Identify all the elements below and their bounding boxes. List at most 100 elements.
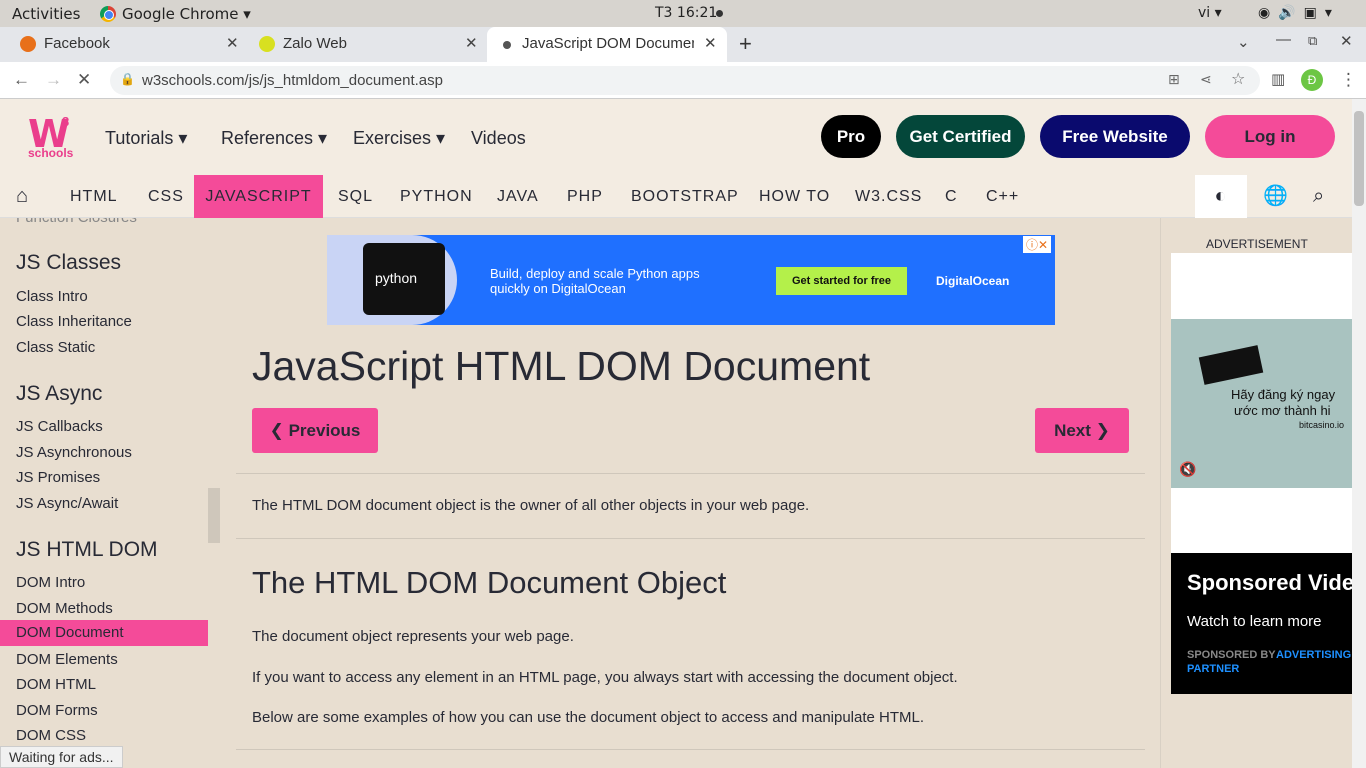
facebook-icon <box>20 36 36 52</box>
minimize-icon[interactable]: — <box>1276 31 1291 48</box>
sidebar-item[interactable]: JS Async/Await <box>16 495 118 512</box>
nav-cpp[interactable]: C++ <box>986 175 1019 218</box>
video-ad[interactable]: Hãy đăng ký ngay ước mơ thành hi bitcasi… <box>1171 253 1353 553</box>
sponsored-panel[interactable]: Sponsored Vide Watch to learn more SPONS… <box>1171 553 1353 694</box>
tab-w3schools[interactable]: JavaScript DOM Documen ✕ <box>487 27 727 62</box>
sidebar-item[interactable]: Class Static <box>16 339 95 356</box>
pro-button[interactable]: Pro <box>821 115 881 158</box>
nav-w3css[interactable]: W3.CSS <box>855 175 922 218</box>
sidebar-item[interactable]: JS Asynchronous <box>16 444 132 461</box>
ad-cta-button[interactable]: Get started for free <box>776 267 907 295</box>
nav-python[interactable]: PYTHON <box>400 175 473 218</box>
side-panel-icon[interactable]: ▥ <box>1271 70 1285 88</box>
intro-text: The HTML DOM document object is the owne… <box>252 497 810 514</box>
tab-search-icon[interactable]: ⌄ <box>1237 33 1250 51</box>
profile-avatar[interactable]: Đ <box>1301 69 1323 91</box>
bookmark-star-icon[interactable]: ☆ <box>1231 69 1245 89</box>
nav-howto[interactable]: HOW TO <box>759 175 830 218</box>
sidebar-item-cut[interactable]: Function Closures <box>16 218 137 226</box>
notification-dot-icon <box>716 10 723 17</box>
mute-icon[interactable]: 🔇 <box>1179 461 1196 478</box>
free-website-button[interactable]: Free Website <box>1040 115 1190 158</box>
status-bar: Waiting for ads... <box>0 746 123 768</box>
stop-icon[interactable]: ✕ <box>77 70 91 90</box>
get-certified-button[interactable]: Get Certified <box>896 115 1025 158</box>
sidebar-item[interactable]: DOM HTML <box>16 676 96 693</box>
partner-link[interactable]: ADVERTISING <box>1276 649 1351 661</box>
lock-icon: 🔒 <box>120 72 135 86</box>
previous-button[interactable]: ❮ Previous <box>252 408 378 453</box>
nav-sql[interactable]: SQL <box>338 175 373 218</box>
sidebar-item[interactable]: DOM CSS <box>16 727 86 744</box>
nav-php[interactable]: PHP <box>567 175 603 218</box>
sidebar-item[interactable]: JS Promises <box>16 469 100 486</box>
globe-icon[interactable]: 🌐 <box>1263 175 1289 218</box>
sidebar-item[interactable]: Class Inheritance <box>16 313 132 330</box>
new-tab-icon[interactable]: + <box>739 31 752 57</box>
close-window-icon[interactable]: ✕ <box>1340 32 1353 50</box>
menu-kebab-icon[interactable]: ⋮ <box>1340 70 1357 90</box>
language-indicator[interactable]: vi ▾ <box>1198 5 1222 21</box>
menu-videos[interactable]: Videos <box>471 128 526 149</box>
nav-javascript[interactable]: JAVASCRIPT <box>194 175 323 218</box>
python-label: python <box>375 270 418 286</box>
clock[interactable]: T3 16:21 <box>655 5 717 21</box>
ad-text: Hãy đăng ký ngay <box>1231 387 1336 402</box>
divider <box>236 749 1145 750</box>
partner-link[interactable]: PARTNER <box>1187 663 1239 675</box>
next-button[interactable]: Next ❯ <box>1035 408 1129 453</box>
sidebar-scrollbar[interactable] <box>208 488 220 543</box>
ad-text: ước mơ thành hi <box>1234 403 1331 418</box>
nav-css[interactable]: CSS <box>148 175 184 218</box>
sidebar-heading: JS HTML DOM <box>16 538 158 561</box>
sidebar-item[interactable]: DOM Forms <box>16 702 98 719</box>
nav-bootstrap[interactable]: BOOTSTRAP <box>631 175 739 218</box>
menu-tutorials[interactable]: Tutorials ▾ <box>105 128 187 149</box>
close-tab-icon[interactable]: ✕ <box>704 34 717 52</box>
python-badge: python <box>363 243 445 315</box>
tab-zalo[interactable]: Zalo Web ✕ <box>245 27 485 62</box>
home-icon[interactable]: ⌂ <box>16 175 29 218</box>
divider <box>236 473 1145 474</box>
forward-icon[interactable]: → <box>45 70 62 90</box>
section-heading: The HTML DOM Document Object <box>252 565 727 600</box>
translate-icon[interactable]: ⊞ <box>1168 71 1180 88</box>
app-menu[interactable]: Google Chrome ▾ <box>122 5 251 23</box>
sponsored-title: Sponsored Vide <box>1187 570 1353 595</box>
back-icon[interactable]: ← <box>13 70 30 90</box>
sidebar-item[interactable]: DOM Intro <box>16 574 85 591</box>
activities-button[interactable]: Activities <box>12 5 80 23</box>
right-ad-column: ADVERTISEMENT Hãy đăng ký ngay ước mơ th… <box>1160 218 1353 768</box>
close-tab-icon[interactable]: ✕ <box>226 34 239 52</box>
tab-facebook[interactable]: Facebook ✕ <box>0 27 245 62</box>
sidebar-item[interactable]: JS Callbacks <box>16 418 103 435</box>
ad-text: Build, deploy and scale Python apps <box>490 266 700 281</box>
scrollbar-thumb[interactable] <box>1354 111 1364 206</box>
ad-image: Hãy đăng ký ngay ước mơ thành hi bitcasi… <box>1171 319 1353 488</box>
menu-exercises[interactable]: Exercises ▾ <box>353 128 445 149</box>
tab-title: Facebook <box>44 35 110 52</box>
close-tab-icon[interactable]: ✕ <box>465 34 478 52</box>
sidebar-item[interactable]: Class Intro <box>16 288 88 305</box>
share-icon[interactable]: ⋖ <box>1200 71 1212 88</box>
advertisement-label: ADVERTISEMENT <box>1206 237 1308 251</box>
restore-icon[interactable]: ⧉ <box>1308 33 1317 49</box>
nav-c[interactable]: C <box>945 175 958 218</box>
nav-java[interactable]: JAVA <box>497 175 539 218</box>
login-button[interactable]: Log in <box>1205 115 1335 158</box>
nav-html[interactable]: HTML <box>70 175 118 218</box>
system-tray-icons[interactable]: ◉🔊▣▾ <box>1258 5 1340 21</box>
ad-close-icon[interactable]: ⓘ✕ <box>1023 236 1051 253</box>
page-scrollbar[interactable] <box>1352 99 1366 768</box>
chrome-icon <box>100 6 116 22</box>
sidebar-item[interactable]: DOM Elements <box>16 651 118 668</box>
sidebar-item[interactable]: DOM Methods <box>16 600 113 617</box>
dark-mode-icon[interactable]: ◐ <box>1195 175 1247 218</box>
address-bar[interactable]: 🔒 w3schools.com/js/js_htmldom_document.a… <box>110 66 1260 95</box>
url-text: w3schools.com/js/js_htmldom_document.asp <box>142 72 443 89</box>
search-icon[interactable]: ⌕ <box>1313 175 1325 218</box>
tab-strip: Facebook ✕ Zalo Web ✕ JavaScript DOM Doc… <box>0 27 1366 62</box>
menu-references[interactable]: References ▾ <box>221 128 327 149</box>
ad-banner[interactable]: python Build, deploy and scale Python ap… <box>327 235 1055 325</box>
sidebar-item-active[interactable]: DOM Document <box>0 620 208 646</box>
